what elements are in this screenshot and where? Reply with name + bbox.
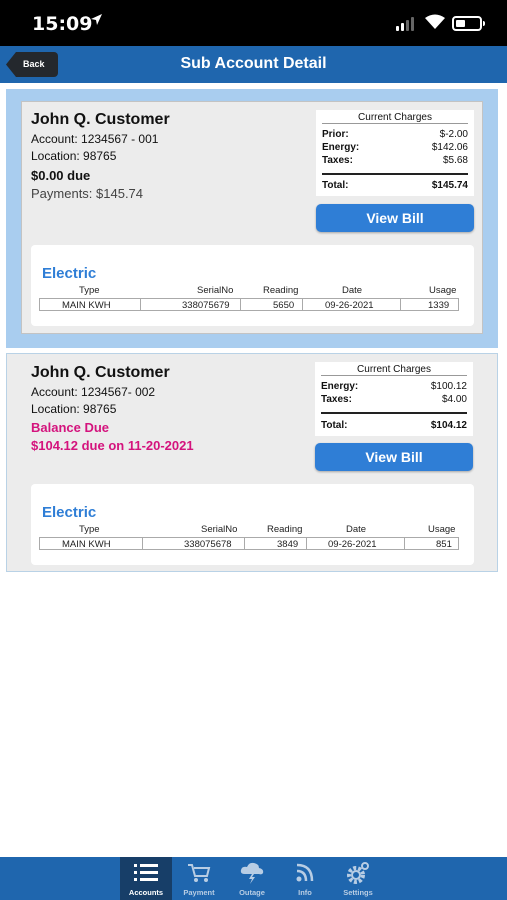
charges-total-row: Total: $145.74 — [322, 180, 468, 191]
meter-table-header: Type SerialNo Reading Date Usage — [79, 285, 457, 296]
cart-icon — [188, 864, 211, 882]
meter-table-row: MAIN KWH 338075678 3849 09-26-2021 851 — [39, 537, 459, 550]
rss-icon — [296, 863, 314, 882]
tab-label: Payment — [183, 888, 215, 897]
account-number: Account: 1234567 - 001 — [31, 132, 159, 146]
tab-label: Info — [298, 888, 312, 897]
tab-label: Settings — [343, 888, 373, 897]
tab-settings[interactable]: Settings — [332, 857, 384, 900]
location-arrow-icon — [90, 13, 103, 30]
amount-due: $104.12 due on 11-20-2021 — [31, 438, 194, 453]
charge-row: Prior: $-2.00 — [322, 129, 468, 140]
charge-row: Energy: $142.06 — [322, 142, 468, 153]
sub-account-card-002[interactable]: John Q. Customer Account: 1234567- 002 L… — [6, 353, 498, 572]
balance-due-label: Balance Due — [31, 420, 110, 435]
tab-info[interactable]: Info — [279, 857, 331, 900]
tab-label: Accounts — [128, 888, 164, 897]
account-card-body: John Q. Customer Account: 1234567- 002 L… — [7, 354, 497, 571]
page-title: Sub Account Detail — [180, 55, 327, 72]
payments-amount: Payments: $145.74 — [31, 186, 144, 201]
gear-icon — [347, 862, 369, 884]
tab-label: Outage — [239, 888, 265, 897]
service-type-label: Electric — [42, 265, 97, 282]
charge-row: Energy: $100.12 — [321, 381, 467, 392]
charges-divider — [321, 412, 467, 414]
meter-table-row: MAIN KWH 338075679 5650 09-26-2021 1339 — [39, 298, 459, 311]
tab-payment[interactable]: Payment — [173, 857, 225, 900]
account-card-body: John Q. Customer Account: 1234567 - 001 … — [21, 101, 483, 334]
view-bill-button[interactable]: View Bill — [316, 204, 474, 232]
charges-title: Current Charges — [321, 362, 467, 376]
charges-total-row: Total: $104.12 — [321, 420, 467, 431]
charge-row: Taxes: $5.68 — [322, 155, 468, 166]
customer-name: John Q. Customer — [31, 364, 170, 381]
current-charges-box: Current Charges Prior: $-2.00 Energy: $142… — [316, 110, 474, 196]
tab-accounts[interactable]: Accounts — [120, 857, 172, 900]
customer-name: John Q. Customer — [31, 111, 170, 128]
wifi-icon — [425, 14, 445, 30]
charge-row: Taxes: $4.00 — [321, 394, 467, 405]
service-type-label: Electric — [42, 504, 97, 521]
charges-title: Current Charges — [322, 110, 468, 124]
view-bill-button[interactable]: View Bill — [315, 443, 473, 471]
cellular-signal-icon — [396, 17, 418, 31]
location-number: Location: 98765 — [31, 149, 117, 163]
storm-cloud-icon — [240, 862, 264, 884]
tab-outage[interactable]: Outage — [226, 857, 278, 900]
status-time: 15:09 — [32, 13, 93, 35]
meter-table-header: Type SerialNo Reading Date Usage — [79, 524, 456, 535]
electric-service-panel: Electric Type SerialNo Reading Date Usag… — [31, 245, 474, 326]
current-charges-box: Current Charges Energy: $100.12 Taxes: $4.… — [315, 362, 473, 436]
charges-divider — [322, 173, 468, 175]
sub-account-card-001[interactable]: John Q. Customer Account: 1234567 - 001 … — [6, 89, 498, 348]
screen: 15:09 Back Sub Account Detail John Q. Cu… — [0, 0, 507, 900]
status-bar: 15:09 — [0, 0, 507, 46]
account-number: Account: 1234567- 002 — [31, 385, 156, 399]
battery-icon — [452, 16, 485, 31]
app-header: Back Sub Account Detail — [0, 46, 507, 83]
electric-service-panel: Electric Type SerialNo Reading Date Usag… — [31, 484, 474, 565]
amount-due: $0.00 due — [31, 168, 91, 183]
bottom-tab-bar: Accounts Payment Outage Info Settings — [0, 857, 507, 900]
location-number: Location: 98765 — [31, 402, 117, 416]
list-icon — [134, 864, 158, 881]
